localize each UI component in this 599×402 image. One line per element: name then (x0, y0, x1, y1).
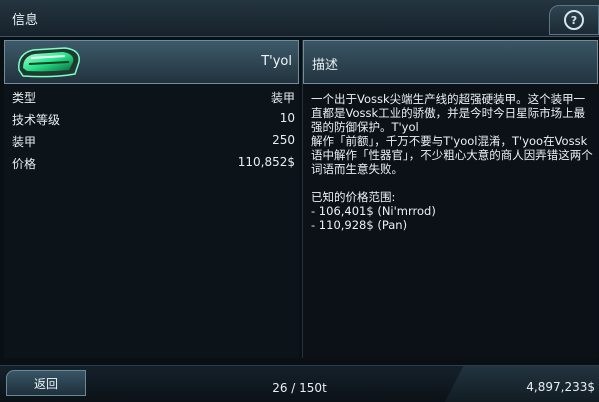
price-range: 已知的价格范围: - 106,401$ (Ni'mrrod) - 110,928… (311, 190, 593, 232)
item-name: T'yol (261, 54, 292, 69)
stat-label: 价格 (12, 157, 37, 171)
stat-label: 类型 (12, 91, 37, 105)
description-body: 一个出于Vossk尖端生产线的超强硬装甲。这个装甲一直都是Vossk工业的骄傲，… (311, 92, 593, 232)
bottom-bar: 返回 26 / 150t 4,897,233$ (0, 365, 599, 402)
price-range-entry: - 110,928$ (Pan) (311, 218, 408, 232)
item-header: T'yol (4, 40, 299, 84)
stat-row-type: 类型 装甲 (4, 86, 299, 106)
description-title: 描述 (312, 58, 339, 73)
window-title: 信息 (12, 13, 39, 28)
credits-balance: 4,897,233$ (526, 380, 595, 394)
title-bar: 信息 ? (0, 0, 599, 37)
price-range-title: 已知的价格范围: (311, 190, 396, 204)
help-button[interactable]: ? (549, 5, 599, 35)
price-range-entry: - 106,401$ (Ni'mrrod) (311, 204, 436, 218)
green-armor-icon (13, 44, 85, 83)
stat-value: 10 (279, 111, 295, 125)
stat-value: 250 (272, 133, 295, 147)
stat-row-armor: 装甲 250 (4, 130, 299, 150)
item-info-panel: T'yol 类型 装甲 技术等级 10 装甲 250 价格 110,852$ (4, 40, 299, 358)
stat-value: 装甲 (270, 91, 295, 105)
stat-row-price: 价格 110,852$ (4, 152, 299, 172)
stat-label: 技术等级 (12, 113, 61, 127)
description-paragraph-1: 一个出于Vossk尖端生产线的超强硬装甲。这个装甲一直都是Vossk工业的骄傲，… (311, 92, 586, 134)
description-header: 描述 (303, 40, 598, 84)
stat-row-tech-level: 技术等级 10 (4, 108, 299, 128)
help-icon: ? (564, 10, 584, 30)
stat-label: 装甲 (12, 135, 37, 149)
description-paragraph-2: 解作「前额」，千万不要与T'yool混淆，T'yoo在Vossk语中解作「性器官… (311, 134, 593, 176)
description-text: 一个出于Vossk尖端生产线的超强硬装甲。这个装甲一直都是Vossk工业的骄傲，… (311, 92, 593, 176)
stat-value: 110,852$ (237, 155, 295, 169)
description-panel: 描述 一个出于Vossk尖端生产线的超强硬装甲。这个装甲一直都是Vossk工业的… (302, 40, 598, 358)
